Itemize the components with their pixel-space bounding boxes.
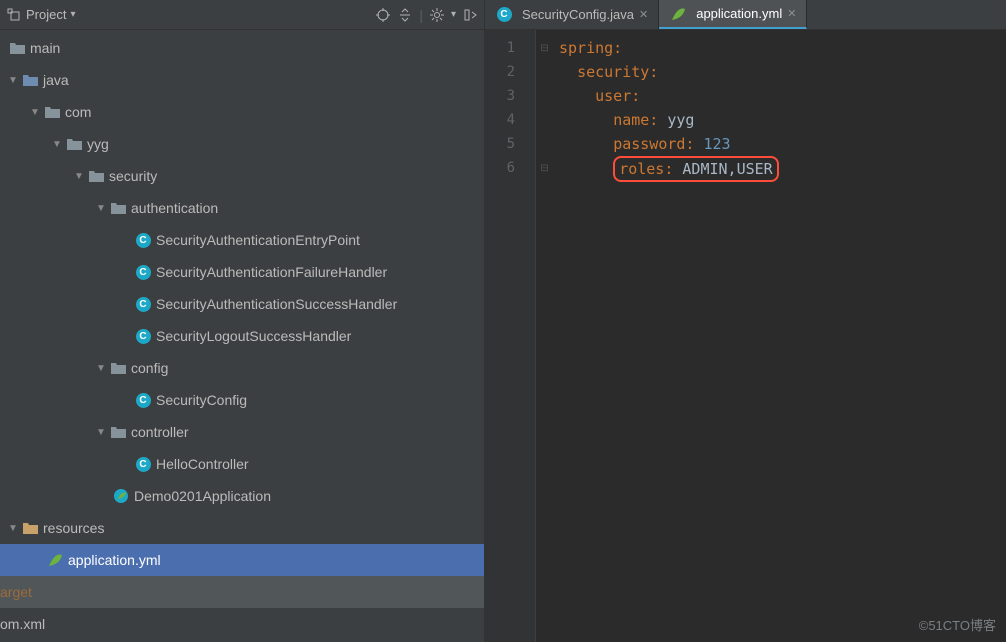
tree-label: resources: [43, 520, 104, 536]
tree-folder-yyg[interactable]: ▼ yyg: [0, 128, 484, 160]
tree-label: SecurityLogoutSuccessHandler: [156, 328, 351, 344]
tree-class-file[interactable]: C SecurityConfig: [0, 384, 484, 416]
tab-label: application.yml: [696, 6, 782, 21]
tree-folder-config[interactable]: ▼ config: [0, 352, 484, 384]
line-number: 4: [485, 108, 535, 132]
hide-icon[interactable]: [462, 7, 478, 23]
tree-class-file[interactable]: C HelloController: [0, 448, 484, 480]
line-number: 6: [485, 156, 535, 180]
tree-class-file[interactable]: C SecurityAuthenticationSuccessHandler: [0, 288, 484, 320]
dropdown-arrow-icon[interactable]: ▾: [70, 9, 75, 20]
tab-label: SecurityConfig.java: [522, 7, 634, 22]
fold-icon[interactable]: ⊟: [536, 36, 553, 60]
tree-yml-file[interactable]: application.yml: [0, 544, 484, 576]
project-scope-icon[interactable]: [6, 7, 22, 23]
tree-folder-controller[interactable]: ▼ controller: [0, 416, 484, 448]
chevron-down-icon: ▼: [8, 523, 18, 534]
tree-class-file[interactable]: C SecurityAuthenticationFailureHandler: [0, 256, 484, 288]
tree-folder-resources[interactable]: ▼ resources: [0, 512, 484, 544]
line-number: 3: [485, 84, 535, 108]
tree-label: Demo0201Application: [134, 488, 271, 504]
tree-label: yyg: [87, 136, 109, 152]
tab-application-yml[interactable]: application.yml ✕: [659, 0, 807, 29]
tree-label: java: [43, 72, 69, 88]
tree-pom-file[interactable]: om.xml: [0, 608, 484, 640]
tree-folder-com[interactable]: ▼ com: [0, 96, 484, 128]
resources-folder-icon: [21, 520, 39, 536]
chevron-down-icon[interactable]: ▾: [451, 9, 456, 20]
class-icon: C: [134, 264, 152, 280]
folder-icon: [8, 40, 26, 56]
code-area: 1 2 3 4 5 6 ⊟ ⊟ spring: security: user: …: [485, 30, 1006, 642]
tree-label: SecurityAuthenticationEntryPoint: [156, 232, 360, 248]
class-icon: C: [134, 456, 152, 472]
tree-label: om.xml: [0, 616, 45, 632]
tree-label: SecurityAuthenticationSuccessHandler: [156, 296, 397, 312]
project-sidebar: Project ▾ | ▾ main ▼ java ▼ com ▼: [0, 0, 485, 642]
tab-security-config[interactable]: C SecurityConfig.java ✕: [485, 0, 659, 29]
divider: |: [419, 7, 423, 23]
tree-label: arget: [0, 584, 32, 600]
tree-label: controller: [131, 424, 189, 440]
chevron-down-icon: ▼: [8, 75, 18, 86]
tree-label: security: [109, 168, 157, 184]
locate-icon[interactable]: [375, 7, 391, 23]
fold-icon[interactable]: ⊟: [536, 156, 553, 180]
tree-label: main: [30, 40, 60, 56]
tree-label: SecurityAuthenticationFailureHandler: [156, 264, 387, 280]
project-title: Project: [26, 7, 66, 22]
chevron-down-icon: ▼: [96, 363, 106, 374]
class-icon: C: [134, 392, 152, 408]
class-icon: C: [495, 7, 513, 23]
class-icon: C: [134, 296, 152, 312]
spring-leaf-icon: [669, 6, 687, 22]
project-tree: main ▼ java ▼ com ▼ yyg ▼ security ▼ aut…: [0, 30, 484, 642]
fold-gutter: ⊟ ⊟: [535, 30, 553, 642]
editor: C SecurityConfig.java ✕ application.yml …: [485, 0, 1006, 642]
folder-icon: [43, 104, 61, 120]
line-number: 2: [485, 60, 535, 84]
close-icon[interactable]: ✕: [787, 7, 796, 20]
chevron-down-icon: ▼: [96, 203, 106, 214]
tree-spring-app[interactable]: Demo0201Application: [0, 480, 484, 512]
spring-leaf-icon: [46, 552, 64, 568]
tree-label: application.yml: [68, 552, 161, 568]
tree-label: SecurityConfig: [156, 392, 247, 408]
class-icon: C: [134, 232, 152, 248]
class-icon: C: [134, 328, 152, 344]
spring-run-icon: [112, 488, 130, 504]
chevron-down-icon: ▼: [96, 427, 106, 438]
line-number: 1: [485, 36, 535, 60]
tree-class-file[interactable]: C SecurityAuthenticationEntryPoint: [0, 224, 484, 256]
editor-tabs: C SecurityConfig.java ✕ application.yml …: [485, 0, 1006, 30]
folder-icon: [65, 136, 83, 152]
code-content[interactable]: spring: security: user: name: yyg passwo…: [553, 30, 1006, 642]
tree-folder-main[interactable]: main: [0, 32, 484, 64]
chevron-down-icon: ▼: [52, 139, 62, 150]
tree-label: authentication: [131, 200, 218, 216]
tree-folder-target[interactable]: arget: [0, 576, 484, 608]
watermark: ©51CTO博客: [919, 615, 996, 634]
folder-icon: [109, 424, 127, 440]
gear-icon[interactable]: [429, 7, 445, 23]
tree-label: com: [65, 104, 91, 120]
close-icon[interactable]: ✕: [639, 8, 648, 21]
tree-folder-authentication[interactable]: ▼ authentication: [0, 192, 484, 224]
collapse-icon[interactable]: [397, 7, 413, 23]
tree-folder-security[interactable]: ▼ security: [0, 160, 484, 192]
tree-class-file[interactable]: C SecurityLogoutSuccessHandler: [0, 320, 484, 352]
tree-folder-java[interactable]: ▼ java: [0, 64, 484, 96]
tree-label: config: [131, 360, 168, 376]
folder-icon: [109, 360, 127, 376]
folder-icon: [87, 168, 105, 184]
tree-label: HelloController: [156, 456, 249, 472]
line-number: 5: [485, 132, 535, 156]
line-gutter: 1 2 3 4 5 6: [485, 30, 535, 642]
folder-icon: [109, 200, 127, 216]
chevron-down-icon: ▼: [74, 171, 84, 182]
project-toolbar: Project ▾ | ▾: [0, 0, 484, 30]
chevron-down-icon: ▼: [30, 107, 40, 118]
folder-icon: [21, 72, 39, 88]
